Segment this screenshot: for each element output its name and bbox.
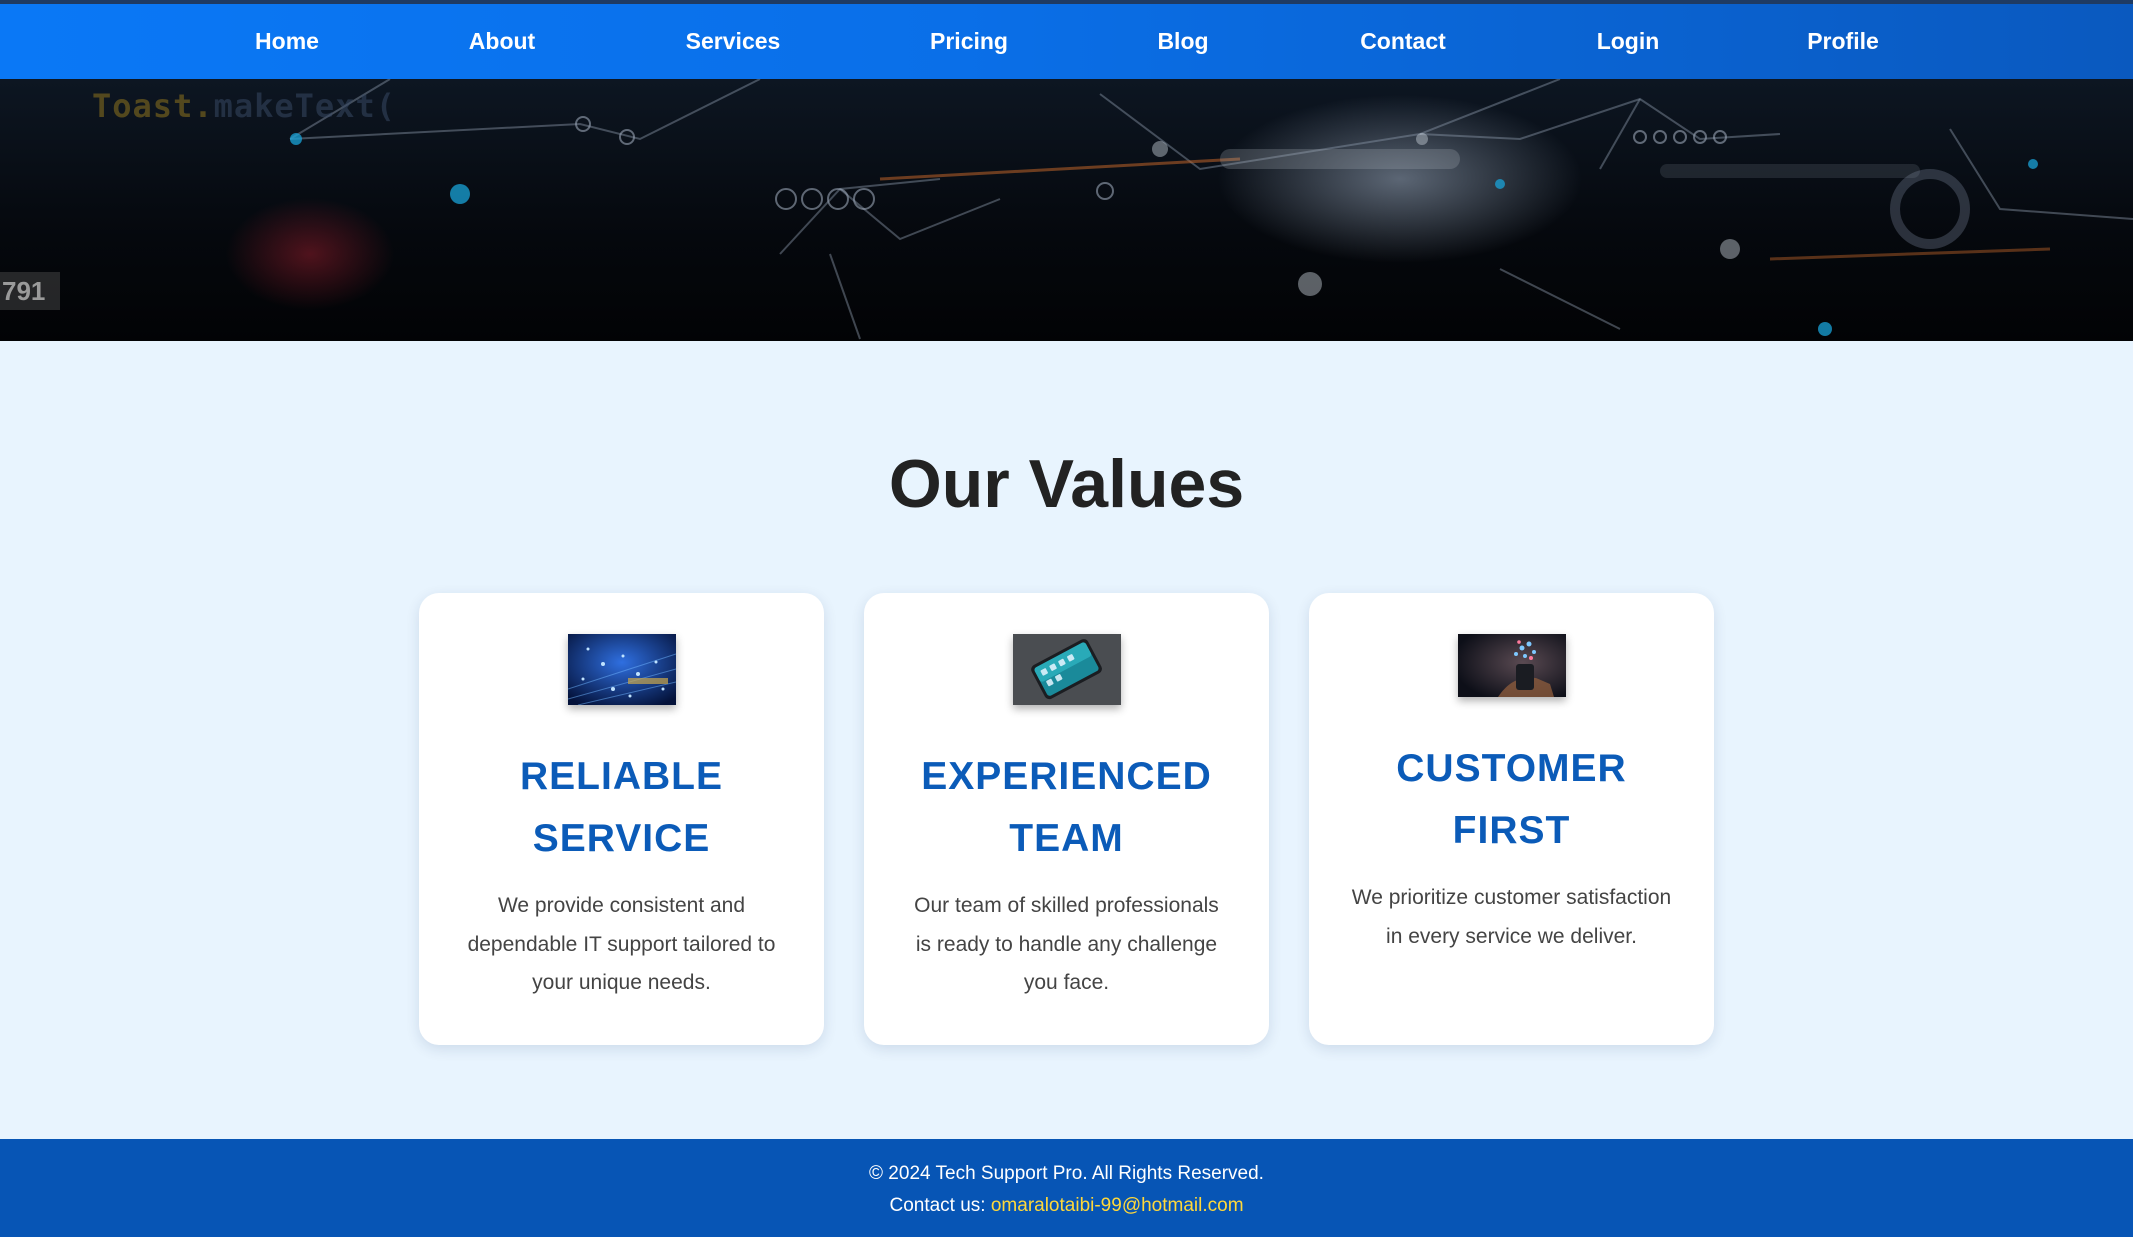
- card-title-line1: CUSTOMER: [1396, 747, 1627, 790]
- network-lights-image: [567, 634, 676, 705]
- nav-link-contact[interactable]: Contact: [1360, 4, 1446, 79]
- hand-holding-phone-image: [1457, 634, 1566, 697]
- value-card-customer-first: CUSTOMER FIRST We prioritize customer sa…: [1309, 593, 1714, 1045]
- nav-link-services[interactable]: Services: [686, 4, 781, 79]
- card-description: Our team of skilled professionals is rea…: [914, 894, 1219, 994]
- card-description: We provide consistent and dependable IT …: [467, 894, 776, 994]
- card-title-line2: FIRST: [1452, 809, 1571, 852]
- value-card-experienced-team: EXPERIENCED TEAM Our team of skilled pro…: [864, 593, 1269, 1045]
- card-title-line1: EXPERIENCED: [921, 755, 1212, 798]
- footer-contact-label: Contact us:: [889, 1195, 986, 1216]
- card-title: EXPERIENCED TEAM: [864, 746, 1269, 870]
- card-title-line2: TEAM: [1009, 817, 1124, 860]
- hero-code-faded: makeText(: [213, 87, 396, 125]
- nav-link-login[interactable]: Login: [1597, 4, 1660, 79]
- card-title: RELIABLE SERVICE: [419, 746, 824, 870]
- main-navigation: Home About Services Pricing Blog Contact…: [0, 4, 2133, 79]
- nav-link-blog[interactable]: Blog: [1157, 4, 1208, 79]
- footer-contact-line: Contact us: omaralotaibi-99@hotmail.com: [0, 1195, 2133, 1217]
- card-description: We prioritize customer satisfaction in e…: [1351, 886, 1672, 948]
- page-footer: © 2024 Tech Support Pro. All Rights Rese…: [0, 1139, 2133, 1237]
- hero-banner: Toast.makeText( 791: [0, 79, 2133, 341]
- hero-counter-text: 791: [0, 272, 60, 310]
- value-card-reliable-service: RELIABLE SERVICE We provide consistent a…: [419, 593, 824, 1045]
- nav-link-pricing[interactable]: Pricing: [930, 4, 1008, 79]
- footer-email-link[interactable]: omaralotaibi-99@hotmail.com: [991, 1195, 1244, 1216]
- hero-code-text: Toast.makeText(: [92, 87, 396, 125]
- card-title: CUSTOMER FIRST: [1309, 738, 1714, 862]
- nav-link-about[interactable]: About: [469, 4, 535, 79]
- hero-code-keyword: Toast.: [92, 87, 214, 125]
- smartphone-image: [1012, 634, 1121, 705]
- nav-link-home[interactable]: Home: [255, 4, 319, 79]
- nav-link-profile[interactable]: Profile: [1807, 4, 1879, 79]
- values-section-title: Our Values: [888, 446, 1245, 522]
- card-title-line2: SERVICE: [532, 817, 711, 860]
- card-title-line1: RELIABLE: [520, 755, 723, 798]
- footer-copyright: © 2024 Tech Support Pro. All Rights Rese…: [869, 1163, 1264, 1184]
